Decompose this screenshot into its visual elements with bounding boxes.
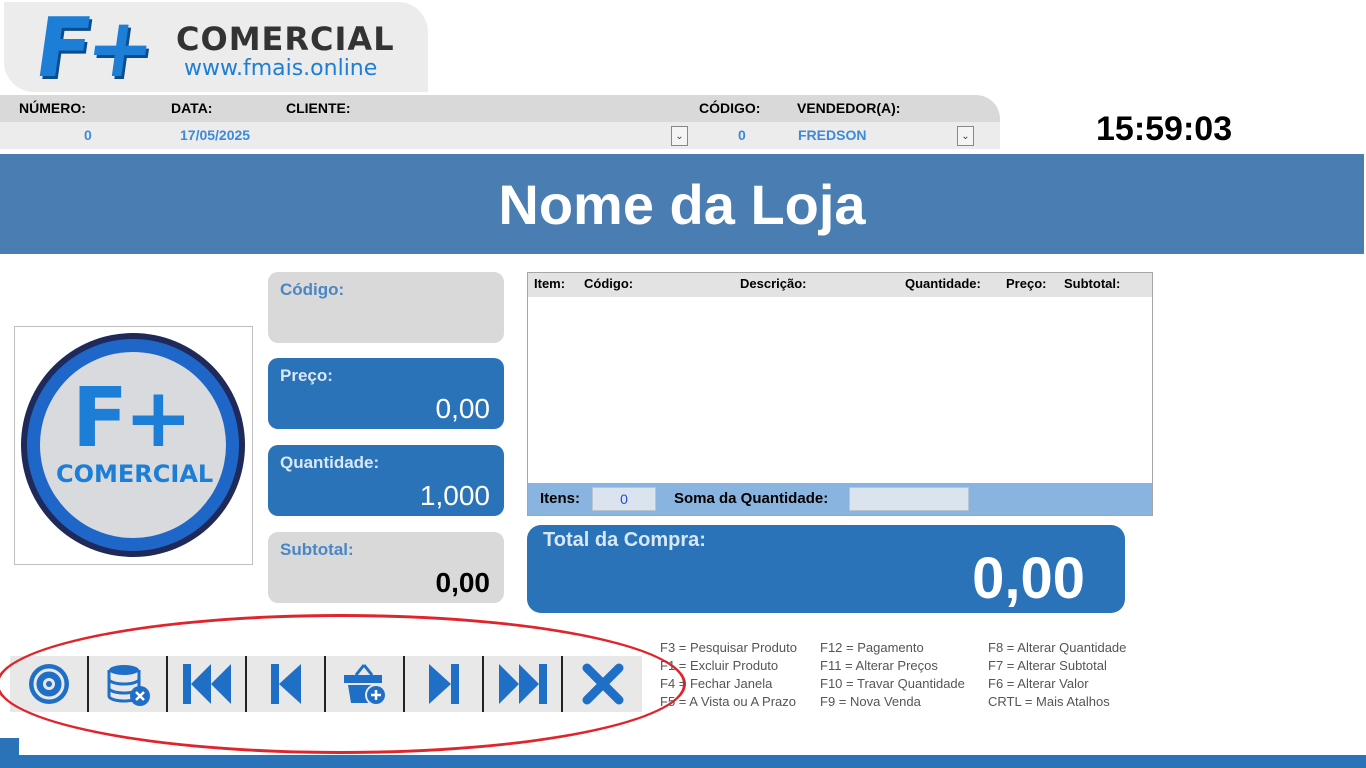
codigo-field[interactable]: Código: <box>268 272 504 343</box>
preco-field[interactable]: Preço: 0,00 <box>268 358 504 429</box>
disc-button[interactable] <box>10 656 89 712</box>
shortcut-ctrl: CRTL = Mais Atalhos <box>988 694 1110 709</box>
shortcut-f8: F8 = Alterar Quantidade <box>988 640 1127 655</box>
shortcut-f10: F10 = Travar Quantidade <box>820 676 965 691</box>
bottom-bar <box>0 755 1366 768</box>
database-delete-icon <box>107 665 150 706</box>
data-label: DATA: <box>171 100 213 116</box>
total-value: 0,00 <box>972 546 1085 611</box>
shortcut-f1: F1 = Excluir Produto <box>660 658 779 673</box>
store-banner: Nome da Loja <box>0 154 1364 254</box>
column-header-descricao: Descrição: <box>740 276 807 291</box>
preco-field-value: 0,00 <box>435 393 491 424</box>
add-to-basket-button[interactable] <box>326 656 405 712</box>
next-record-icon <box>428 664 459 704</box>
vendedor-label: VENDEDOR(A): <box>797 100 901 116</box>
items-table[interactable]: Item: Código: Descrição: Quantidade: Pre… <box>527 272 1153 516</box>
numero-value: 0 <box>84 127 92 143</box>
cliente-combobox[interactable] <box>286 127 666 145</box>
subtotal-field-label: Subtotal: <box>280 540 354 559</box>
vendedor-combobox[interactable]: FREDSON <box>798 127 866 143</box>
vendedor-dropdown-button[interactable]: ⌄ <box>957 126 974 146</box>
total-label: Total da Compra: <box>543 529 706 551</box>
first-record-icon <box>182 664 231 704</box>
chevron-down-icon: ⌄ <box>675 130 684 142</box>
brand-name: COMERCIAL <box>176 20 395 58</box>
previous-record-button[interactable] <box>247 656 326 712</box>
clock: 15:59:03 <box>1096 110 1233 148</box>
shortcut-f5: F5 = A Vista ou A Prazo <box>660 694 796 709</box>
action-toolbar <box>10 656 642 712</box>
shortcut-f11: F11 = Alterar Preços <box>820 658 938 673</box>
last-record-button[interactable] <box>484 656 563 712</box>
brand-logo-mark: F+ <box>29 1 156 96</box>
codigo-field-label: Código: <box>280 280 345 299</box>
shortcut-f9: F9 = Nova Venda <box>820 694 921 709</box>
shortcut-f4: F4 = Fechar Janela <box>660 676 773 691</box>
shortcut-f6: F6 = Alterar Valor <box>988 676 1089 691</box>
numero-label: NÚMERO: <box>19 100 86 116</box>
column-header-item: Item: <box>534 276 566 291</box>
logo-word: COMERCIAL <box>56 460 214 488</box>
subtotal-field[interactable]: Subtotal: 0,00 <box>268 532 504 603</box>
total-panel: Total da Compra: 0,00 <box>527 525 1125 613</box>
shortcut-f7: F7 = Alterar Subtotal <box>988 658 1107 673</box>
itens-label: Itens: <box>540 490 581 507</box>
preco-field-label: Preço: <box>280 366 333 385</box>
quantidade-field[interactable]: Quantidade: 1,000 <box>268 445 504 516</box>
column-header-quantidade: Quantidade: <box>905 276 981 291</box>
logo-mark: F+ <box>72 371 193 466</box>
disc-icon <box>28 664 69 704</box>
cliente-label: CLIENTE: <box>286 100 351 116</box>
shortcut-f12: F12 = Pagamento <box>820 640 924 655</box>
last-record-icon <box>498 664 547 704</box>
column-header-subtotal: Subtotal: <box>1064 276 1121 291</box>
column-header-codigo: Código: <box>584 276 634 291</box>
delete-database-button[interactable] <box>89 656 168 712</box>
shortcut-f3: F3 = Pesquisar Produto <box>660 640 797 655</box>
quantidade-field-value: 1,000 <box>419 480 490 511</box>
soma-quantidade-label: Soma da Quantidade: <box>674 490 829 507</box>
column-header-preco: Preço: <box>1006 276 1047 291</box>
data-value[interactable]: 17/05/2025 <box>180 127 250 143</box>
store-name: Nome da Loja <box>498 172 866 236</box>
itens-count: 0 <box>592 487 656 511</box>
soma-quantidade-value <box>849 487 969 511</box>
cliente-dropdown-button[interactable]: ⌄ <box>671 126 688 146</box>
first-record-button[interactable] <box>168 656 247 712</box>
quantidade-field-label: Quantidade: <box>280 453 380 472</box>
chevron-down-icon: ⌄ <box>961 130 970 142</box>
close-icon <box>582 663 623 705</box>
items-table-footer: Itens: 0 Soma da Quantidade: <box>528 483 1152 515</box>
next-record-button[interactable] <box>405 656 484 712</box>
previous-record-icon <box>270 664 301 704</box>
subtotal-field-value: 0,00 <box>435 567 491 598</box>
codigo-value: 0 <box>738 127 746 143</box>
items-table-header: Item: Código: Descrição: Quantidade: Pre… <box>528 273 1152 297</box>
basket-add-icon <box>343 664 387 706</box>
close-button[interactable] <box>563 656 642 712</box>
brand-url: www.fmais.online <box>184 56 378 81</box>
codigo-label: CÓDIGO: <box>699 100 761 116</box>
